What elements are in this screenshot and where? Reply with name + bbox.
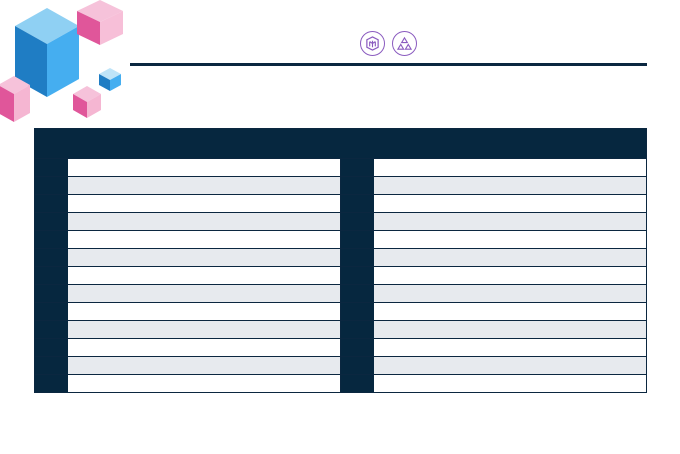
header-divider	[130, 63, 647, 66]
table-row	[35, 374, 646, 392]
row-text-left	[68, 357, 341, 374]
row-number-right	[341, 375, 374, 392]
row-text-right	[374, 375, 646, 392]
row-number-right	[341, 195, 374, 212]
table-header	[35, 129, 646, 158]
cube-cluster-logo	[0, 0, 123, 122]
row-text-right	[374, 231, 646, 248]
table-row	[35, 212, 646, 230]
row-text-right	[374, 357, 646, 374]
row-number-left	[35, 339, 68, 356]
row-number-right	[341, 249, 374, 266]
row-text-left	[68, 267, 341, 284]
row-text-right	[374, 195, 646, 212]
row-number-right	[341, 285, 374, 302]
row-number-left	[35, 249, 68, 266]
row-text-right	[374, 285, 646, 302]
table-row	[35, 338, 646, 356]
row-text-left	[68, 249, 341, 266]
row-text-left	[68, 375, 341, 392]
row-number-right	[341, 339, 374, 356]
row-number-right	[341, 267, 374, 284]
table-row	[35, 356, 646, 374]
table-row	[35, 230, 646, 248]
row-text-right	[374, 213, 646, 230]
row-number-left	[35, 213, 68, 230]
row-text-right	[374, 159, 646, 176]
row-text-left	[68, 213, 341, 230]
row-number-right	[341, 321, 374, 338]
row-number-left	[35, 159, 68, 176]
row-number-left	[35, 375, 68, 392]
row-number-right	[341, 177, 374, 194]
row-number-right	[341, 213, 374, 230]
row-text-left	[68, 159, 341, 176]
maze-lab-icon	[360, 31, 385, 56]
row-number-left	[35, 231, 68, 248]
table-row	[35, 158, 646, 176]
row-number-left	[35, 177, 68, 194]
row-number-left	[35, 285, 68, 302]
row-text-right	[374, 249, 646, 266]
row-text-left	[68, 303, 341, 320]
row-text-right	[374, 177, 646, 194]
table-row	[35, 302, 646, 320]
table-row	[35, 248, 646, 266]
row-number-right	[341, 303, 374, 320]
table-row	[35, 194, 646, 212]
row-text-left	[68, 177, 341, 194]
row-text-left	[68, 231, 341, 248]
two-column-table	[34, 128, 647, 393]
row-number-left	[35, 321, 68, 338]
table-row	[35, 320, 646, 338]
table-row	[35, 284, 646, 302]
row-text-left	[68, 321, 341, 338]
row-text-left	[68, 285, 341, 302]
row-number-right	[341, 231, 374, 248]
row-text-right	[374, 321, 646, 338]
table-row	[35, 266, 646, 284]
row-number-left	[35, 267, 68, 284]
row-text-left	[68, 195, 341, 212]
row-number-left	[35, 195, 68, 212]
row-number-right	[341, 159, 374, 176]
row-text-right	[374, 267, 646, 284]
table-body	[35, 158, 646, 392]
row-number-left	[35, 303, 68, 320]
row-text-right	[374, 339, 646, 356]
row-number-left	[35, 357, 68, 374]
table-row	[35, 176, 646, 194]
row-number-right	[341, 357, 374, 374]
row-text-left	[68, 339, 341, 356]
recycle-badge-icon	[392, 31, 417, 56]
row-text-right	[374, 303, 646, 320]
